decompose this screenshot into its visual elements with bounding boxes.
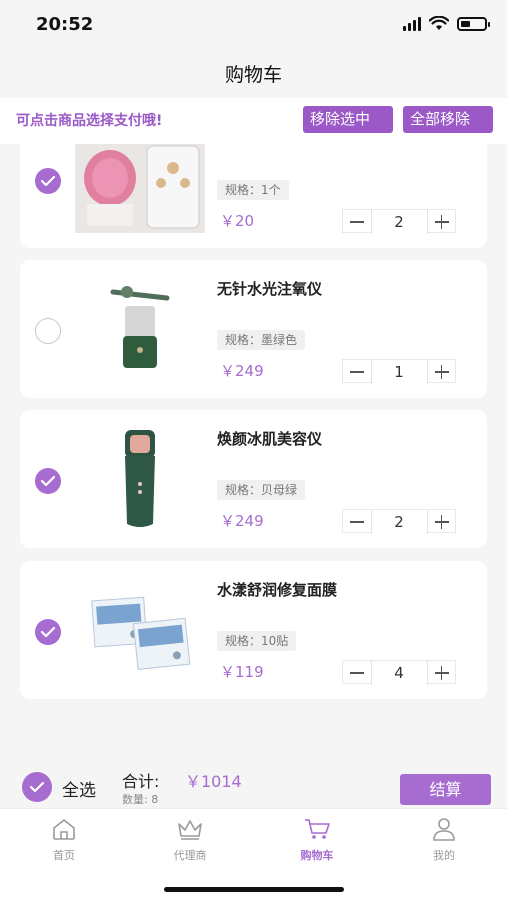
minus-button[interactable] [343, 661, 371, 685]
count-label: 数量: 8 [122, 793, 159, 806]
cart-list: 规格：1个 ￥20 2 无针水光注氧仪 规格：墨绿色 ￥249 1 焕颜冰肌美容… [0, 144, 507, 744]
quantity-value[interactable]: 2 [370, 210, 428, 234]
cart-item[interactable]: 焕颜冰肌美容仪 规格：贝母绿 ￥249 2 [20, 410, 487, 548]
tab-home[interactable]: 首页 [24, 817, 104, 863]
tab-me[interactable]: 我的 [404, 817, 484, 863]
item-price: ￥119 [220, 663, 264, 681]
tab-agent[interactable]: 代理商 [150, 817, 230, 863]
minus-button[interactable] [343, 510, 371, 534]
item-spec: 规格：1个 [217, 180, 289, 200]
item-spec: 规格：10贴 [217, 631, 297, 651]
total-label: 合计: [122, 772, 160, 791]
quantity-stepper: 2 [342, 209, 456, 234]
remove-all-button[interactable]: 全部移除 [403, 106, 493, 133]
cart-item[interactable]: 水漾舒润修复面膜 规格：10贴 ￥119 4 [20, 561, 487, 699]
page-title: 购物车 [224, 64, 282, 86]
tip-text: 可点击商品选择支付哦! [16, 113, 163, 129]
battery-icon [457, 16, 490, 31]
home-indicator [164, 887, 344, 892]
item-title: 无针水光注氧仪 [217, 280, 323, 298]
item-title: 水漾舒润修复面膜 [217, 581, 338, 599]
tab-cart[interactable]: 购物车 [277, 817, 357, 863]
home-icon [53, 819, 75, 840]
quantity-stepper: 1 [342, 359, 456, 384]
quantity-value[interactable]: 1 [370, 360, 428, 384]
status-time: 20:52 [36, 14, 94, 35]
minus-button[interactable] [343, 210, 371, 234]
summary-bar: 全选 合计: ￥1014 数量: 8 结算 [0, 760, 507, 808]
item-checkbox[interactable] [35, 619, 61, 645]
tab-label: 购物车 [300, 849, 334, 862]
plus-button[interactable] [428, 360, 456, 384]
plus-button[interactable] [428, 510, 456, 534]
quantity-stepper: 2 [342, 509, 456, 534]
select-all-label[interactable]: 全选 [62, 776, 96, 801]
tab-label: 代理商 [173, 849, 207, 862]
face-mask-icon [75, 583, 205, 678]
header: 购物车 [0, 52, 507, 98]
item-price: ￥249 [220, 512, 264, 530]
wifi-icon [429, 16, 449, 30]
item-checkbox[interactable] [35, 168, 61, 194]
item-spec: 规格：贝母绿 [217, 480, 306, 500]
item-price: ￥249 [220, 362, 264, 380]
item-spec: 规格：墨绿色 [217, 330, 306, 350]
oxygen-injector-icon [75, 278, 205, 373]
plus-button[interactable] [428, 661, 456, 685]
item-checkbox[interactable] [35, 468, 61, 494]
plus-button[interactable] [428, 210, 456, 234]
status-bar: 20:52 [0, 0, 507, 52]
cart-item[interactable]: 无针水光注氧仪 规格：墨绿色 ￥249 1 [20, 260, 487, 398]
select-all-checkbox[interactable] [22, 772, 52, 802]
quantity-value[interactable]: 4 [370, 661, 428, 685]
beauty-device-icon [75, 426, 205, 527]
crown-icon [178, 820, 202, 840]
tab-bar: 首页 代理商 购物车 我的 [0, 808, 507, 900]
item-price: ￥20 [220, 212, 255, 230]
signal-icon [403, 16, 421, 31]
item-checkbox[interactable] [35, 318, 61, 344]
total-value: ￥1014 [185, 772, 242, 791]
checkout-button[interactable]: 结算 [400, 774, 491, 805]
minus-button[interactable] [343, 360, 371, 384]
tab-label: 首页 [53, 849, 75, 862]
item-title: 焕颜冰肌美容仪 [217, 430, 323, 448]
cart-icon [305, 819, 330, 839]
quantity-stepper: 4 [342, 660, 456, 685]
tip-bar: 可点击商品选择支付哦! 移除选中 全部移除 [0, 98, 507, 144]
user-icon [433, 818, 455, 841]
pink-cleansing-brush-icon [75, 144, 205, 233]
cart-item[interactable]: 规格：1个 ￥20 2 [20, 144, 487, 248]
quantity-value[interactable]: 2 [370, 510, 428, 534]
tab-label: 我的 [433, 849, 455, 862]
status-icons [403, 16, 490, 31]
remove-selected-button[interactable]: 移除选中 [303, 106, 393, 133]
